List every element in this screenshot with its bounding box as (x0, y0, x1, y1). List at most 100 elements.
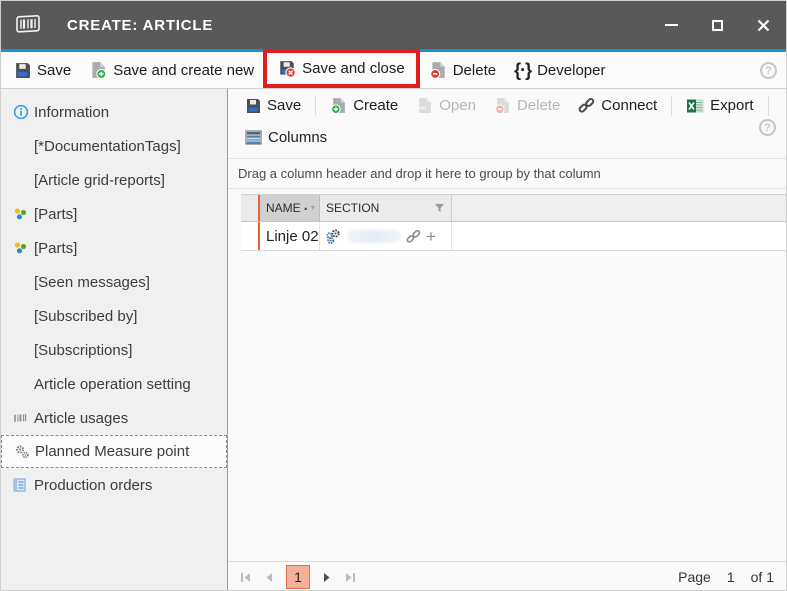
column-header-section[interactable]: SECTION (320, 195, 452, 221)
barcode-app-icon (15, 13, 45, 37)
link-icon (578, 97, 595, 114)
panel-connect-label: Connect (601, 97, 657, 114)
pager: 1 Page 1 of 1 (228, 561, 786, 591)
close-button[interactable] (740, 1, 786, 49)
panel-connect-button[interactable]: Connect (569, 97, 666, 114)
data-grid: NAME SECTION (241, 194, 786, 251)
sidebar-item-documentationtags[interactable]: [*DocumentationTags] (1, 129, 227, 163)
group-by-hint-text: Drag a column header and drop it here to… (238, 166, 601, 181)
developer-icon: {·} (514, 60, 531, 81)
sidebar-item-information[interactable]: Information (1, 95, 227, 129)
table-row[interactable]: Linje 02 (241, 222, 786, 251)
column-header-name[interactable]: NAME (258, 195, 320, 221)
grid-empty-area (228, 251, 786, 561)
sidebar-item-subscribed-by[interactable]: [Subscribed by] (1, 299, 227, 333)
row-indicator-header (241, 195, 258, 221)
panel-open-label: Open (439, 97, 476, 114)
separator (768, 96, 769, 116)
sidebar: Information [*DocumentationTags] [Articl… (1, 89, 228, 591)
window-controls (648, 1, 786, 49)
sidebar-item-planned-measure-point[interactable]: Planned Measure point (1, 435, 227, 468)
highlight-box: Save and close (263, 49, 420, 88)
close-icon (757, 19, 770, 32)
column-section-label: SECTION (326, 201, 379, 215)
minimize-button[interactable] (648, 1, 694, 49)
cell-section[interactable]: + (320, 222, 452, 250)
floppy-close-icon (278, 60, 296, 78)
cell-name[interactable]: Linje 02 (258, 222, 320, 250)
panel-delete-button[interactable]: Delete (485, 97, 569, 114)
panel-export-button[interactable]: Export (677, 97, 762, 114)
page-number: 1 (727, 569, 735, 585)
parts-icon (13, 241, 34, 255)
gears-icon (325, 228, 342, 245)
add-icon[interactable]: + (426, 228, 436, 245)
sidebar-item-label: Article usages (34, 410, 128, 427)
panel-columns-button[interactable]: Columns (236, 129, 336, 146)
parts-icon (13, 207, 34, 221)
gears-icon (14, 444, 35, 460)
developer-button[interactable]: {·} Developer (505, 52, 614, 88)
sidebar-item-label: Planned Measure point (35, 443, 189, 460)
sidebar-item-label: [Subscriptions] (34, 342, 132, 359)
save-and-create-new-button[interactable]: Save and create new (80, 52, 263, 88)
developer-label: Developer (537, 62, 605, 79)
page-delete-icon (494, 97, 511, 114)
help-icon[interactable]: ? (760, 62, 777, 79)
columns-icon (245, 130, 262, 145)
panel-delete-label: Delete (517, 97, 560, 114)
sidebar-item-production-orders[interactable]: Production orders (1, 468, 227, 502)
delete-label: Delete (453, 62, 496, 79)
panel-toolbar-row1: Save Create (228, 89, 786, 122)
separator (671, 96, 672, 116)
panel-columns-label: Columns (268, 129, 327, 146)
panel-help-icon[interactable]: ? (759, 119, 776, 136)
next-page-icon[interactable] (322, 572, 332, 583)
current-page-button[interactable]: 1 (286, 565, 310, 589)
maximize-icon (712, 20, 723, 31)
cell-empty (452, 222, 786, 250)
pager-status: Page 1 of 1 (678, 569, 774, 585)
minimize-icon (665, 24, 678, 26)
sidebar-item-label: Article operation setting (34, 376, 191, 393)
sidebar-item-article-operation-setting[interactable]: Article operation setting (1, 367, 227, 401)
sidebar-item-seen-messages[interactable]: [Seen messages] (1, 265, 227, 299)
sidebar-item-label: [Seen messages] (34, 274, 150, 291)
save-and-close-button[interactable]: Save and close (269, 53, 414, 84)
last-page-icon[interactable] (344, 572, 356, 583)
group-by-hint: Drag a column header and drop it here to… (228, 158, 786, 189)
page-plus-icon (330, 97, 347, 114)
link-icon[interactable] (406, 229, 421, 244)
grid-header-empty (452, 195, 786, 221)
sidebar-item-label: [Subscribed by] (34, 308, 137, 325)
sidebar-item-article-grid-reports[interactable]: [Article grid-reports] (1, 163, 227, 197)
panel-create-button[interactable]: Create (321, 97, 407, 114)
floppy-icon (245, 98, 261, 114)
filter-icon[interactable] (434, 203, 445, 213)
previous-page-icon[interactable] (264, 572, 274, 583)
sidebar-item-subscriptions[interactable]: [Subscriptions] (1, 333, 227, 367)
maximize-button[interactable] (694, 1, 740, 49)
excel-icon (686, 98, 704, 114)
main-panel: Save Create (228, 89, 786, 591)
save-and-close-label: Save and close (302, 60, 405, 77)
delete-button[interactable]: Delete (420, 52, 505, 88)
panel-save-button[interactable]: Save (236, 97, 310, 114)
sidebar-item-parts-2[interactable]: [Parts] (1, 231, 227, 265)
filter-icon[interactable] (310, 203, 316, 213)
window-title: CREATE: ARTICLE (67, 17, 213, 34)
row-indicator-cell (241, 222, 258, 250)
page-plus-icon (89, 61, 107, 79)
info-icon (13, 104, 34, 120)
titlebar: CREATE: ARTICLE (1, 1, 786, 49)
panel-open-button[interactable]: Open (407, 97, 485, 114)
floppy-icon (14, 62, 31, 79)
sidebar-item-parts-1[interactable]: [Parts] (1, 197, 227, 231)
sidebar-item-label: Production orders (34, 477, 152, 494)
first-page-icon[interactable] (240, 572, 252, 583)
save-button[interactable]: Save (5, 52, 80, 88)
sidebar-item-label: [Parts] (34, 206, 77, 223)
content: Information [*DocumentationTags] [Articl… (1, 89, 786, 591)
column-name-label: NAME (266, 201, 301, 215)
sidebar-item-article-usages[interactable]: Article usages (1, 401, 227, 435)
